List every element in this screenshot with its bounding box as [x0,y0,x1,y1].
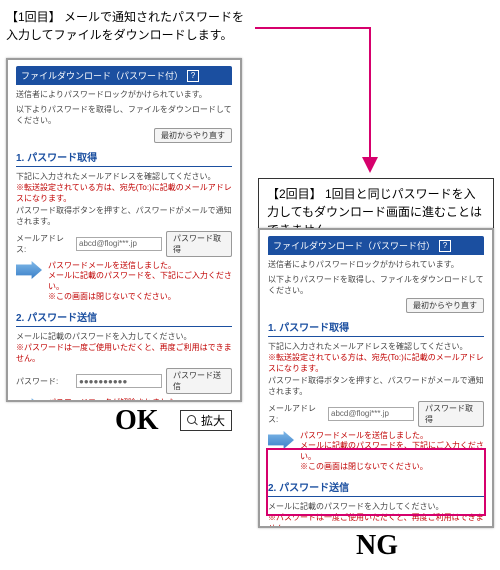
dialog-title: ファイルダウンロード（パスワード付） [21,69,183,82]
pw-label: パスワード: [16,376,72,387]
section2-title: 2. パスワード送信 [16,309,232,327]
intro-line2: 以下よりパスワードを取得し、ファイルをダウンロードしてください。 [16,104,232,126]
intro-line1: 送信者によりパスワードロックがかけられています。 [268,259,484,270]
step-arrow-icon [268,431,294,449]
zoom-button[interactable]: 拡大 [180,410,232,431]
screenshot-ok: ファイルダウンロード（パスワード付） ? 送信者によりパスワードロックがかけられ… [6,58,242,402]
section1-title: 1. パスワード取得 [16,149,232,167]
s1-note-c: ※この画面は閉じないでください。 [300,462,484,472]
section1-title: 1. パスワード取得 [268,319,484,337]
retry-button[interactable]: 最初からやり直す [406,298,484,313]
section2-warn: ※パスワードは一度ご使用いただくと、再度ご利用はできません。 [268,512,484,526]
section2-warn: ※パスワードは一度ご使用いただくと、再度ご利用はできません。 [16,342,232,364]
dialog-title-bar: ファイルダウンロード（パスワード付） ? [16,66,232,85]
step-arrow-icon [16,398,42,400]
dialog-title: ファイルダウンロード（パスワード付） [273,239,435,252]
caption-step1: 【1回目】 メールで通知されたパスワードを入力してファイルをダウンロードします。 [6,8,251,44]
retry-button[interactable]: 最初からやり直す [154,128,232,143]
intro-line2: 以下よりパスワードを取得し、ファイルをダウンロードしてください。 [268,274,484,296]
step-arrow-icon [16,261,42,279]
mail-label: メールアドレス: [16,233,72,255]
pw-input[interactable] [76,374,162,388]
s1-note-b: メールに記載のパスワードを、下記にご入力ください。 [48,271,232,292]
screenshot-ng: ファイルダウンロード（パスワード付） ? 送信者によりパスワードロックがかけられ… [258,228,494,528]
mail-input[interactable] [328,407,414,421]
help-icon[interactable]: ? [187,70,199,82]
help-icon[interactable]: ? [439,240,451,252]
s2-note-a: パスワードロックが解除されました。 [48,398,223,400]
s1-note-c: ※この画面は閉じないでください。 [48,292,232,302]
section1-desc: 下記に入力されたメールアドレスを確認してください。 [16,171,232,182]
zoom-label: 拡大 [201,412,225,429]
section2-desc: メールに記載のパスワードを入力してください。 [268,501,484,512]
section1-warn2: パスワード取得ボタンを押すと、パスワードがメールで通知されます。 [16,205,232,227]
ok-label: OK [115,405,159,437]
send-password-button[interactable]: パスワード送信 [166,368,232,394]
s1-note-a: パスワードメールを送信しました。 [48,261,232,271]
section2-title: 2. パスワード送信 [268,479,484,497]
mail-input[interactable] [76,237,162,251]
section1-desc: 下記に入力されたメールアドレスを確認してください。 [268,341,484,352]
section1-warn2: パスワード取得ボタンを押すと、パスワードがメールで通知されます。 [268,375,484,397]
dialog-title-bar: ファイルダウンロード（パスワード付） ? [268,236,484,255]
flow-arrow [255,20,385,180]
get-password-button[interactable]: パスワード取得 [166,231,232,257]
ng-label: NG [356,530,398,562]
magnifier-icon [187,415,198,426]
mail-label: メールアドレス: [268,403,324,425]
s1-note-b: メールに記載のパスワードを、下記にご入力ください。 [300,441,484,462]
s1-note-a: パスワードメールを送信しました。 [300,431,484,441]
get-password-button[interactable]: パスワード取得 [418,401,484,427]
section1-warn1: ※転送設定されている方は、宛先(To:)に記載のメールアドレスになります。 [268,352,484,374]
section2-desc: メールに記載のパスワードを入力してください。 [16,331,232,342]
section1-warn1: ※転送設定されている方は、宛先(To:)に記載のメールアドレスになります。 [16,182,232,204]
intro-line1: 送信者によりパスワードロックがかけられています。 [16,89,232,100]
